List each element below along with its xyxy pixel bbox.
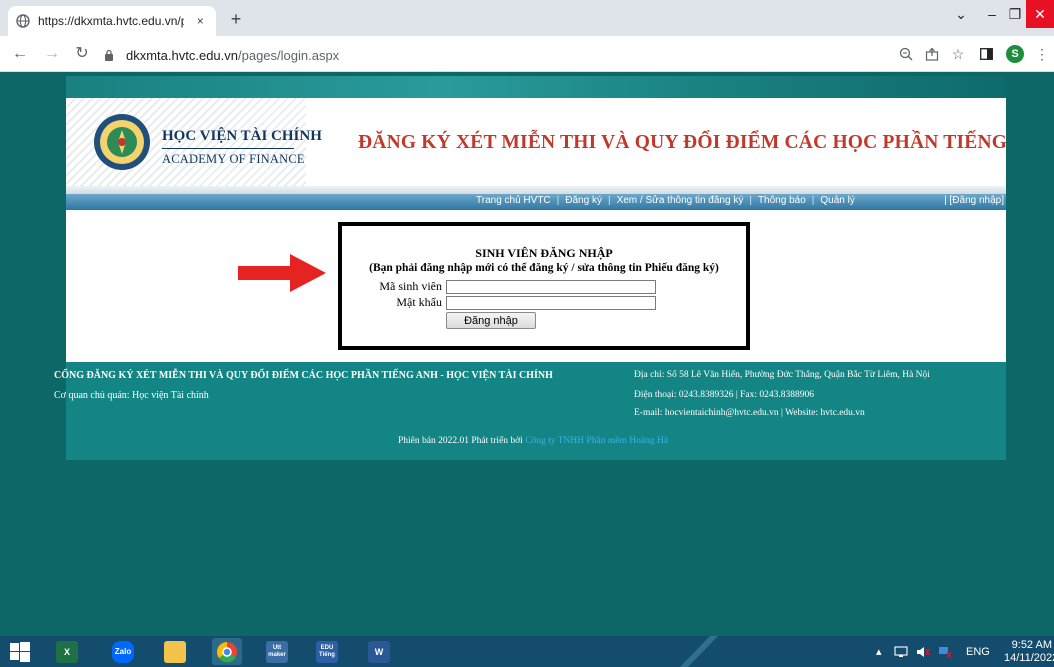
main-content: SINH VIÊN ĐĂNG NHẬP (Bạn phải đăng nhập … bbox=[66, 210, 1006, 362]
edu-icon: EDU Tiếng bbox=[316, 640, 338, 663]
footer-contact: E-mail: hocvientaichinh@hvtc.edu.vn | We… bbox=[634, 408, 865, 418]
url-path: /pages/login.aspx bbox=[238, 47, 340, 63]
edu-app[interactable]: EDU Tiếng bbox=[312, 638, 342, 665]
site-footer: CỔNG ĐĂNG KÝ XÉT MIỄN THI VÀ QUY ĐỔI ĐIỂ… bbox=[54, 362, 1006, 460]
uttmaker-app[interactable]: Utt maker bbox=[262, 638, 292, 665]
version-text: Phiên bản 2022.01 Phát triển bởi bbox=[398, 436, 526, 446]
tab-close-icon[interactable]: × bbox=[192, 14, 208, 28]
excel-icon: X bbox=[56, 640, 78, 663]
footer-address: Địa chỉ: Số 58 Lê Văn Hiến, Phường Đức T… bbox=[634, 370, 930, 380]
password-input[interactable] bbox=[446, 296, 656, 310]
system-clock[interactable]: 9:52 AM 14/11/2022 bbox=[1004, 639, 1054, 665]
student-id-input[interactable] bbox=[446, 280, 656, 294]
word-app[interactable]: W bbox=[364, 638, 394, 665]
globe-icon bbox=[16, 14, 30, 28]
menu-item-home[interactable]: Trang chủ HVTC bbox=[470, 195, 557, 206]
menu-item-admin[interactable]: Quản lý bbox=[814, 195, 860, 206]
zalo-app[interactable]: Zalo bbox=[108, 638, 138, 665]
action-center-flag-icon[interactable] bbox=[938, 636, 952, 667]
clock-time: 9:52 AM bbox=[1011, 639, 1052, 651]
red-arrow-icon bbox=[238, 254, 326, 292]
network-icon[interactable] bbox=[894, 636, 908, 667]
banner-stripe bbox=[66, 76, 1006, 98]
brand-divider bbox=[162, 148, 294, 149]
tab-search-button[interactable]: ⌄ bbox=[946, 0, 976, 28]
kebab-menu-icon[interactable]: ⋮ bbox=[1032, 44, 1052, 64]
folder-icon bbox=[164, 640, 186, 663]
language-indicator[interactable]: ENG bbox=[966, 636, 990, 667]
windows-taskbar: X Zalo Utt maker EDU Tiếng W ▴ ENG 9:52 … bbox=[0, 636, 1054, 667]
chrome-icon bbox=[217, 641, 237, 662]
zoom-icon[interactable] bbox=[896, 44, 916, 64]
footer-title: CỔNG ĐĂNG KÝ XÉT MIỄN THI VÀ QUY ĐỔI ĐIỂ… bbox=[54, 370, 553, 381]
student-id-label: Mã sinh viên bbox=[379, 279, 442, 293]
uttmaker-icon: Utt maker bbox=[266, 640, 288, 663]
footer-phone: Điện thoại: 0243.8389326 | Fax: 0243.838… bbox=[634, 390, 815, 400]
login-title: SINH VIÊN ĐĂNG NHẬP bbox=[475, 246, 613, 260]
page-viewport: HỌC VIỆN TÀI CHÍNH ACADEMY OF FINANCE ĐĂ… bbox=[0, 72, 1054, 636]
site-container: HỌC VIỆN TÀI CHÍNH ACADEMY OF FINANCE ĐĂ… bbox=[54, 76, 1006, 460]
side-panel-icon[interactable] bbox=[976, 44, 996, 64]
volume-icon[interactable] bbox=[916, 636, 930, 667]
tray-chevron-icon[interactable]: ▴ bbox=[876, 636, 882, 667]
banner-divider bbox=[66, 186, 1006, 194]
clock-date: 14/11/2022 bbox=[1004, 652, 1054, 664]
new-tab-button[interactable]: + bbox=[226, 9, 246, 30]
lock-icon bbox=[104, 49, 118, 61]
menu-item-announcements[interactable]: Thông báo bbox=[752, 195, 812, 206]
zalo-icon: Zalo bbox=[112, 640, 134, 663]
academy-seal-logo bbox=[94, 114, 150, 170]
word-icon: W bbox=[368, 640, 390, 663]
brand-name-vn: HỌC VIỆN TÀI CHÍNH bbox=[162, 128, 322, 144]
footer-version: Phiên bản 2022.01 Phát triển bởi Công ty… bbox=[398, 436, 668, 446]
brand-name-en: ACADEMY OF FINANCE bbox=[162, 152, 305, 166]
login-button[interactable]: Đăng nhập bbox=[446, 312, 536, 329]
close-window-button[interactable]: ✕ bbox=[1026, 0, 1054, 28]
browser-toolbar: ← → ↻ dkxmta.hvtc.edu.vn/pages/login.asp… bbox=[0, 36, 1054, 72]
reload-icon[interactable]: ↻ bbox=[72, 44, 92, 64]
file-explorer-app[interactable] bbox=[160, 638, 190, 665]
tab-title: https://dkxmta.hvtc.edu.vn/pages bbox=[38, 14, 185, 28]
profile-avatar[interactable]: S bbox=[1006, 45, 1024, 63]
developer-link[interactable]: Công ty TNHH Phần mềm Hoàng Hà bbox=[525, 436, 668, 446]
brand-block: HỌC VIỆN TÀI CHÍNH ACADEMY OF FINANCE bbox=[162, 128, 322, 167]
minimize-button[interactable]: – bbox=[978, 0, 1006, 28]
menu-login-link[interactable]: | [Đăng nhập] bbox=[944, 195, 1004, 206]
main-menu: Trang chủ HVTC | Đăng ký | Xem / Sửa thô… bbox=[66, 194, 1006, 210]
login-panel: SINH VIÊN ĐĂNG NHẬP (Bạn phải đăng nhập … bbox=[338, 222, 750, 350]
login-subtitle: (Bạn phải đăng nhập mới có thể đăng ký /… bbox=[369, 262, 719, 274]
forward-arrow-icon[interactable]: → bbox=[42, 44, 62, 64]
chrome-app[interactable] bbox=[212, 638, 242, 665]
share-icon[interactable] bbox=[922, 44, 942, 64]
url-host: dkxmta.hvtc.edu.vn bbox=[126, 47, 238, 63]
address-bar[interactable]: dkxmta.hvtc.edu.vn/pages/login.aspx bbox=[104, 42, 884, 68]
excel-app[interactable]: X bbox=[52, 638, 82, 665]
windows-start-icon[interactable] bbox=[10, 642, 30, 662]
taskbar-wallpaper-stroke bbox=[680, 636, 718, 667]
password-label: Mật khẩu bbox=[396, 295, 442, 309]
tab-strip: https://dkxmta.hvtc.edu.vn/pages × + ⌄ –… bbox=[0, 0, 1054, 36]
menu-item-register[interactable]: Đăng ký bbox=[559, 195, 608, 206]
menu-item-view-edit[interactable]: Xem / Sửa thông tin đăng ký bbox=[611, 195, 750, 206]
site-headline: ĐĂNG KÝ XÉT MIỄN THI VÀ QUY ĐỔI ĐIỂM CÁC… bbox=[358, 132, 1006, 153]
back-arrow-icon[interactable]: ← bbox=[10, 44, 30, 64]
bookmark-star-icon[interactable]: ☆ bbox=[948, 44, 968, 64]
restore-button[interactable]: ❐ bbox=[1004, 0, 1026, 28]
footer-owner: Cơ quan chủ quản: Học viện Tài chính bbox=[54, 390, 209, 401]
site-banner: HỌC VIỆN TÀI CHÍNH ACADEMY OF FINANCE ĐĂ… bbox=[66, 76, 1006, 194]
browser-tab[interactable]: https://dkxmta.hvtc.edu.vn/pages × bbox=[8, 6, 216, 36]
